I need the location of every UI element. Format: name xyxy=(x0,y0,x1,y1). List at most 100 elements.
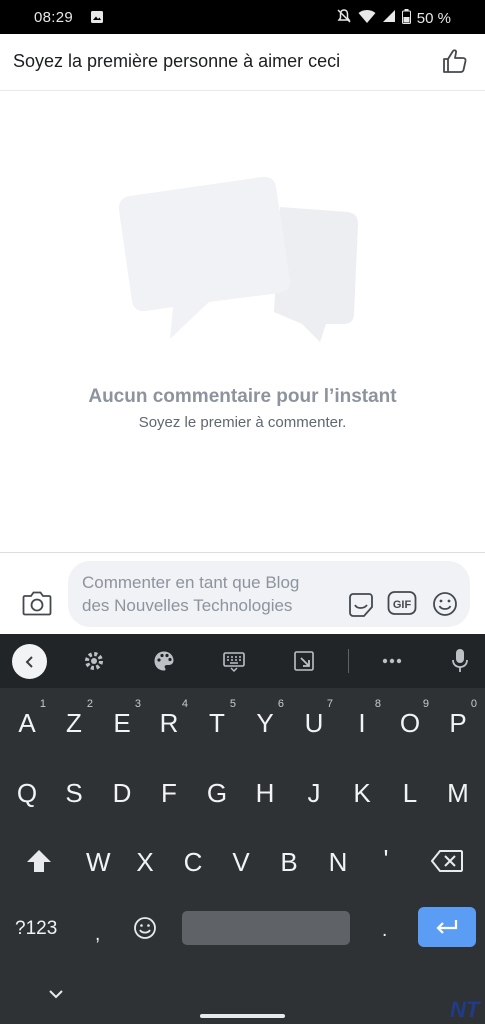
more-icon xyxy=(382,658,402,664)
key-g[interactable]: G xyxy=(206,778,228,809)
keyboard: A1 Z2 E3 R4 T5 Y6 U7 I8 O9 P0 Q S D F G … xyxy=(0,634,485,1024)
comment-input[interactable]: Commenter en tant que Blog des Nouvelles… xyxy=(68,561,470,627)
settings-button[interactable] xyxy=(83,650,105,677)
key-label: I xyxy=(358,708,366,738)
hide-keyboard-button[interactable] xyxy=(48,986,64,1004)
key-label: R xyxy=(159,708,179,738)
key-label: P xyxy=(449,708,467,738)
key-f[interactable]: F xyxy=(158,778,180,809)
status-indicators: 50 % xyxy=(336,8,451,28)
backspace-icon xyxy=(430,850,463,872)
symbols-key[interactable]: ?123 xyxy=(15,918,57,940)
key-hint: 2 xyxy=(86,698,93,710)
key-hint: 0 xyxy=(470,698,477,710)
battery-percent: 50 % xyxy=(416,9,451,27)
toolbar-back-button[interactable] xyxy=(12,644,47,679)
key-z[interactable]: Z2 xyxy=(63,698,93,739)
key-p[interactable]: P0 xyxy=(447,698,477,739)
emoji-button[interactable] xyxy=(432,591,458,622)
palette-icon xyxy=(154,651,174,671)
home-indicator[interactable] xyxy=(200,1014,285,1018)
key-j[interactable]: J xyxy=(303,778,325,809)
key-o[interactable]: O9 xyxy=(399,698,429,739)
key-hint: 6 xyxy=(277,698,284,710)
resize-button[interactable] xyxy=(293,650,315,677)
speech-bubbles-icon xyxy=(118,176,358,342)
enter-key[interactable] xyxy=(418,907,476,947)
key-w[interactable]: W xyxy=(86,847,111,878)
shift-icon xyxy=(27,850,51,872)
key-e[interactable]: E3 xyxy=(111,698,141,739)
key-n[interactable]: N xyxy=(327,847,349,878)
empty-comments-illustration xyxy=(114,174,364,349)
camera-icon xyxy=(22,591,52,616)
status-time: 08:29 xyxy=(34,9,74,26)
key-b[interactable]: B xyxy=(278,847,300,878)
image-notification-icon xyxy=(90,10,104,28)
key-l[interactable]: L xyxy=(399,778,421,809)
toolbar-separator xyxy=(348,649,349,673)
shift-key[interactable] xyxy=(26,849,52,878)
key-a[interactable]: A1 xyxy=(16,698,46,739)
period-key[interactable]: . xyxy=(382,920,387,942)
microphone-icon xyxy=(452,649,468,672)
key-hint: 7 xyxy=(326,698,333,710)
key-u[interactable]: U7 xyxy=(303,698,333,739)
key-label: A xyxy=(18,708,36,738)
key-k[interactable]: K xyxy=(351,778,373,809)
key-m[interactable]: M xyxy=(447,778,469,809)
voice-input-button[interactable] xyxy=(451,648,469,679)
gif-icon: GIF xyxy=(387,591,417,615)
key-i[interactable]: I8 xyxy=(351,698,381,739)
key-r[interactable]: R4 xyxy=(158,698,188,739)
status-bar: 08:29 50 % xyxy=(0,0,485,34)
sticker-button[interactable] xyxy=(347,591,375,624)
resize-icon xyxy=(294,651,314,671)
key-hint: 3 xyxy=(134,698,141,710)
key-x[interactable]: X xyxy=(134,847,156,878)
more-button[interactable] xyxy=(381,654,403,673)
key-t[interactable]: T5 xyxy=(206,698,236,739)
chevron-down-icon xyxy=(49,990,63,999)
key-label: Z xyxy=(66,708,82,738)
key-hint: 5 xyxy=(229,698,236,710)
backspace-key[interactable] xyxy=(430,850,463,877)
chevron-left-icon xyxy=(25,655,33,668)
key-label: Y xyxy=(256,708,274,738)
key-hint: 8 xyxy=(374,698,381,710)
keyboard-layout-button[interactable] xyxy=(223,650,245,677)
gif-button[interactable]: GIF xyxy=(387,589,417,622)
battery-icon xyxy=(401,8,411,28)
key-y[interactable]: Y6 xyxy=(254,698,284,739)
emoji-key[interactable] xyxy=(133,916,157,945)
key-h[interactable]: H xyxy=(254,778,276,809)
key-hint: 1 xyxy=(39,698,46,710)
key-apostrophe[interactable]: ' xyxy=(375,844,397,875)
key-s[interactable]: S xyxy=(63,778,85,809)
gif-label: GIF xyxy=(393,599,412,611)
comment-placeholder: Commenter en tant que Blog des Nouvelles… xyxy=(82,571,332,617)
enter-icon xyxy=(436,920,458,934)
watermark-logo: NT xyxy=(450,997,480,1022)
space-key[interactable] xyxy=(182,911,350,945)
wifi-icon xyxy=(358,9,376,28)
key-v[interactable]: V xyxy=(230,847,252,878)
keyboard-icon xyxy=(223,652,245,672)
like-button[interactable] xyxy=(442,48,468,79)
thumbs-up-icon xyxy=(443,49,467,73)
key-d[interactable]: D xyxy=(111,778,133,809)
smiley-icon xyxy=(433,592,457,616)
key-label: U xyxy=(304,708,324,738)
likes-header: Soyez la première personne à aimer ceci xyxy=(0,34,485,91)
camera-button[interactable] xyxy=(22,590,52,621)
empty-title: Aucun commentaire pour l’instant xyxy=(88,386,397,407)
key-q[interactable]: Q xyxy=(16,778,38,809)
key-c[interactable]: C xyxy=(182,847,204,878)
key-label: T xyxy=(209,708,225,738)
comma-key[interactable]: , xyxy=(95,924,100,946)
key-label: E xyxy=(113,708,131,738)
placeholder-line-1: Commenter en tant que Blog xyxy=(82,573,300,592)
theme-button[interactable] xyxy=(153,650,175,677)
mute-icon xyxy=(336,8,352,28)
key-hint: 9 xyxy=(422,698,429,710)
